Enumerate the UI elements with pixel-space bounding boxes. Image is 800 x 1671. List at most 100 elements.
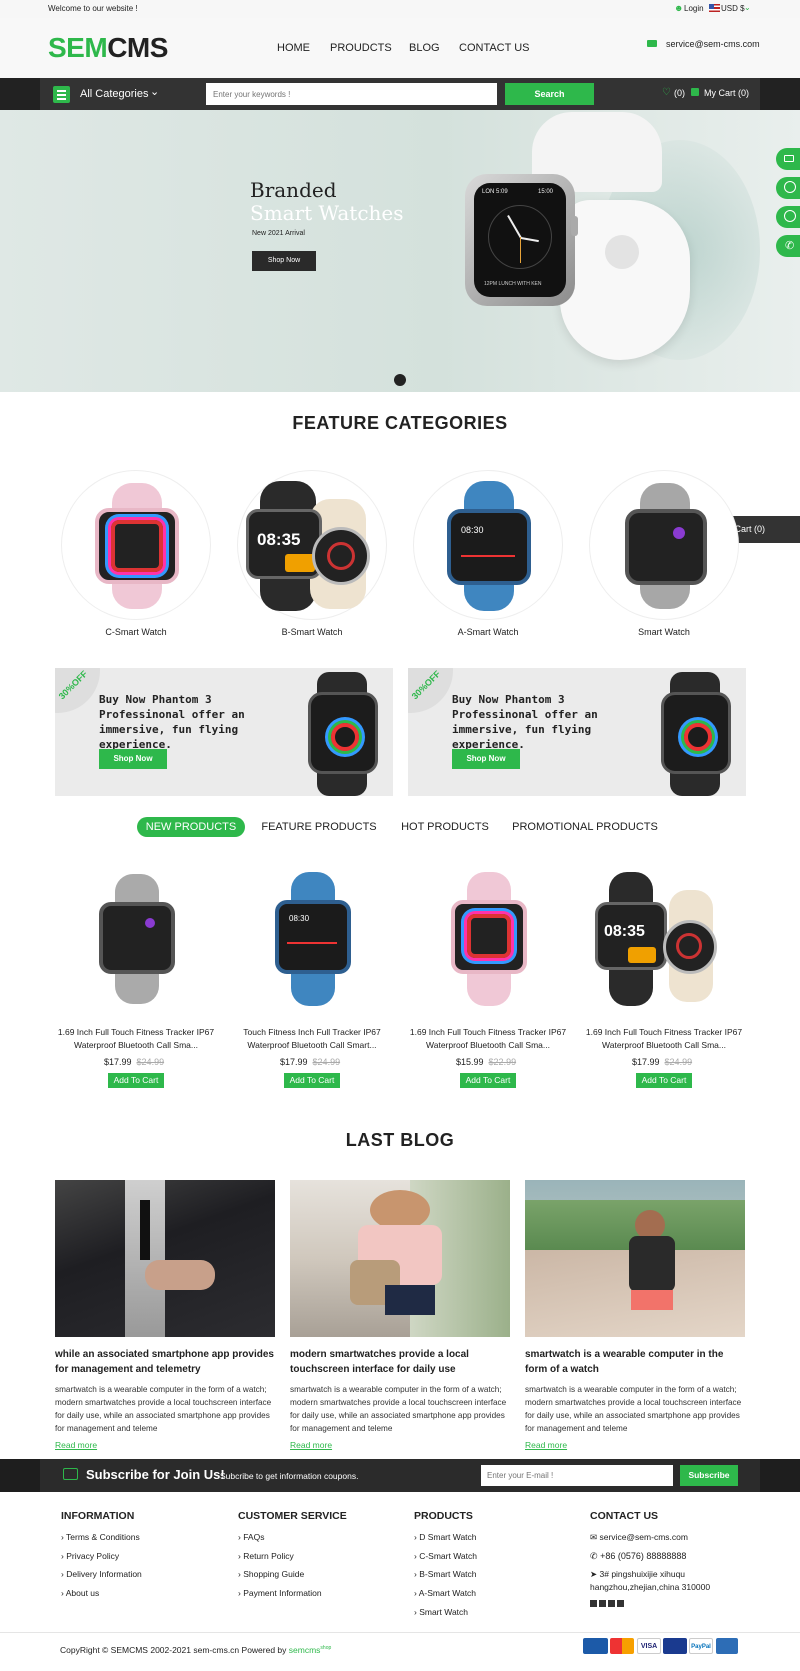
footer-link-terms[interactable]: › Terms & Conditions <box>61 1532 140 1542</box>
welcome-text: Welcome to our website ! <box>48 4 138 13</box>
product-2-image[interactable]: 08:30 <box>237 868 387 1010</box>
price: $17.99 <box>632 1057 660 1067</box>
category-b-name[interactable]: B-Smart Watch <box>224 627 400 637</box>
hair <box>370 1190 430 1230</box>
product-3-image[interactable] <box>413 868 563 1010</box>
my-cart-link[interactable]: My Cart (0) <box>704 88 749 98</box>
tab-new-products[interactable]: NEW PRODUCTS <box>137 817 245 837</box>
old-price: $22.99 <box>488 1057 517 1067</box>
header-email[interactable]: service@sem-cms.com <box>666 39 760 49</box>
skirt <box>385 1285 435 1315</box>
product-4-image[interactable]: 08:35 <box>589 868 739 1010</box>
currency-selector[interactable]: USD $ <box>721 4 745 13</box>
tab-hot-products[interactable]: HOT PRODUCTS <box>395 817 495 837</box>
search-button[interactable]: Search <box>505 83 594 105</box>
category-b-image[interactable]: 08:35 <box>237 470 387 620</box>
footer-contact-address-2: hangzhou,zhejian,china 310000 <box>590 1582 711 1592</box>
product-2-price: $17.99 $24.99 <box>280 1057 340 1067</box>
blog-2-title[interactable]: modern smartwatches provide a local touc… <box>290 1347 512 1377</box>
product-4-title[interactable]: 1.69 Inch Full Touch Fitness Tracker IP6… <box>579 1026 749 1052</box>
menu-icon[interactable] <box>53 86 70 103</box>
category-smart-name[interactable]: Smart Watch <box>576 627 752 637</box>
google-plus-icon[interactable] <box>617 1600 624 1607</box>
envelope-icon <box>784 155 794 162</box>
nav-blog[interactable]: BLOG <box>409 42 440 54</box>
phone-float-button[interactable]: ✆ <box>776 235 800 257</box>
footer-link-shopping-guide[interactable]: › Shopping Guide <box>238 1569 304 1579</box>
subscribe-right-wing <box>760 1459 800 1492</box>
blog-2-image[interactable] <box>290 1180 510 1337</box>
price: $15.99 <box>456 1057 484 1067</box>
blog-2-read-more[interactable]: Read more <box>290 1440 332 1450</box>
all-categories-dropdown[interactable]: All Categories <box>80 88 148 100</box>
nav-contact[interactable]: CONTACT US <box>459 42 530 54</box>
paypal-icon: PayPal <box>689 1638 713 1654</box>
nav-home[interactable]: HOME <box>277 42 310 54</box>
phone-icon: ✆ <box>785 240 795 252</box>
footer-contact-email[interactable]: ✉ service@sem-cms.com <box>590 1532 688 1543</box>
footer-customer-service-title: CUSTOMER SERVICE <box>238 1510 347 1522</box>
navbar-left-wing <box>0 78 40 110</box>
product-2-add-to-cart[interactable]: Add To Cart <box>284 1073 340 1088</box>
slider-dot-active[interactable] <box>394 374 406 386</box>
runner-shorts <box>631 1290 673 1310</box>
footer-link-d-watch[interactable]: › D Smart Watch <box>414 1532 477 1542</box>
email-float-button[interactable] <box>776 148 800 170</box>
promo-shop-now-button[interactable]: Shop Now <box>99 749 167 769</box>
product-1-image[interactable] <box>61 868 211 1010</box>
category-c-name[interactable]: C-Smart Watch <box>48 627 224 637</box>
blog-1-title[interactable]: while an associated smartphone app provi… <box>55 1347 277 1377</box>
product-3-add-to-cart[interactable]: Add To Cart <box>460 1073 516 1088</box>
blog-3-read-more[interactable]: Read more <box>525 1440 567 1450</box>
footer-divider <box>0 1632 800 1633</box>
subscribe-email-input[interactable] <box>481 1465 673 1486</box>
linkedin-icon[interactable] <box>599 1600 606 1607</box>
category-smart-image[interactable] <box>589 470 739 620</box>
blog-1-image[interactable] <box>55 1180 275 1337</box>
footer-link-about[interactable]: › About us <box>61 1588 99 1598</box>
nav-products[interactable]: PROUDCTS <box>330 42 392 54</box>
category-a-name[interactable]: A-Smart Watch <box>400 627 576 637</box>
footer-link-c-watch[interactable]: › C-Smart Watch <box>414 1551 477 1561</box>
promo-shop-now-button[interactable]: Shop Now <box>452 749 520 769</box>
blog-3-title[interactable]: smartwatch is a wearable computer in the… <box>525 1347 747 1377</box>
tab-feature-products[interactable]: FEATURE PRODUCTS <box>258 817 380 837</box>
wishlist-count[interactable]: (0) <box>674 88 685 98</box>
blog-3-image[interactable] <box>525 1180 745 1337</box>
tab-promotional-products[interactable]: PROMOTIONAL PRODUCTS <box>510 817 660 837</box>
logo[interactable]: SEMCMS <box>48 32 168 64</box>
product-4-add-to-cart[interactable]: Add To Cart <box>636 1073 692 1088</box>
footer-link-payment[interactable]: › Payment Information <box>238 1588 322 1598</box>
powered-by-link[interactable]: semcms <box>289 1645 321 1655</box>
footer-link-a-watch[interactable]: › A-Smart Watch <box>414 1588 476 1598</box>
product-3-title[interactable]: 1.69 Inch Full Touch Fitness Tracker IP6… <box>403 1026 573 1052</box>
footer-link-privacy[interactable]: › Privacy Policy <box>61 1551 119 1561</box>
heart-icon[interactable]: ♡ <box>662 87 671 98</box>
user-icon: ☻ <box>674 3 684 13</box>
product-2-title[interactable]: Touch Fitness Inch Full Tracker IP67 Wat… <box>227 1026 397 1052</box>
hero-shop-now-button[interactable]: Shop Now <box>252 251 316 271</box>
product-1-add-to-cart[interactable]: Add To Cart <box>108 1073 164 1088</box>
footer-link-faqs[interactable]: › FAQs <box>238 1532 264 1542</box>
skype-float-button[interactable] <box>776 177 800 199</box>
blog-1-read-more[interactable]: Read more <box>55 1440 97 1450</box>
watch-screen-top-right: 15:00 <box>538 189 554 195</box>
twitter-icon[interactable] <box>608 1600 615 1607</box>
footer-link-smart-watch[interactable]: › Smart Watch <box>414 1607 468 1617</box>
envelope-open-icon <box>63 1468 78 1480</box>
footer-link-return[interactable]: › Return Policy <box>238 1551 294 1561</box>
footer-link-delivery[interactable]: › Delivery Information <box>61 1569 142 1579</box>
category-a-image[interactable]: 08:30 <box>413 470 563 620</box>
promo-banner-1[interactable]: 30%OFF Buy Now Phantom 3 Professinonal o… <box>55 668 393 796</box>
category-c-image[interactable] <box>61 470 211 620</box>
promo-text: Buy Now Phantom 3 Professinonal offer an… <box>452 693 598 751</box>
subscribe-button[interactable]: Subscribe <box>680 1465 738 1486</box>
facebook-icon[interactable] <box>590 1600 597 1607</box>
search-input[interactable] <box>206 83 497 105</box>
whatsapp-float-button[interactable] <box>776 206 800 228</box>
footer-link-b-watch[interactable]: › B-Smart Watch <box>414 1569 477 1579</box>
promo-banner-2[interactable]: 30%OFF Buy Now Phantom 3 Professinonal o… <box>408 668 746 796</box>
product-1-title[interactable]: 1.69 Inch Full Touch Fitness Tracker IP6… <box>51 1026 221 1052</box>
login-link[interactable]: Login <box>684 4 704 13</box>
watch-screen-bottom: 12PM LUNCH WITH KEN <box>484 281 542 287</box>
